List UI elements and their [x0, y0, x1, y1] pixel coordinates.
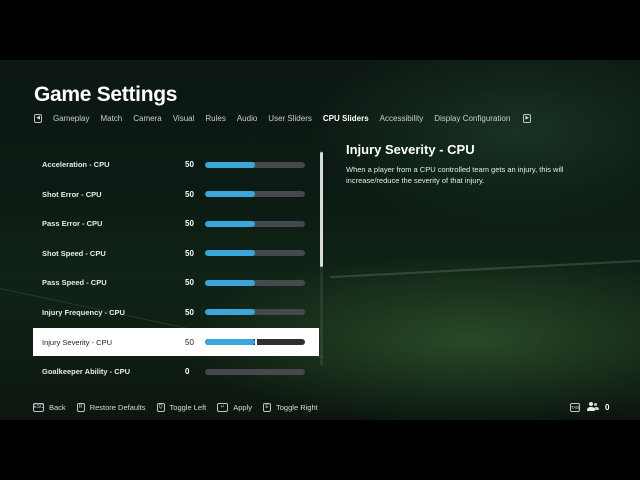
slider-track[interactable] [205, 191, 305, 198]
back-button[interactable]: ESC Back [33, 402, 66, 412]
restore-defaults-label: Restore Defaults [89, 402, 146, 412]
slider-row-acceleration[interactable]: Acceleration - CPU 50 [33, 150, 319, 180]
tab-user-sliders[interactable]: User Sliders [268, 114, 312, 123]
tab-accessibility[interactable]: Accessibility [380, 114, 424, 123]
slider-row-injury-frequency[interactable]: Injury Frequency - CPU 50 [33, 298, 319, 328]
slider-fill [205, 279, 255, 286]
slider-value: 50 [185, 248, 194, 258]
slider-track[interactable] [205, 250, 305, 257]
slider-label: Injury Severity - CPU [42, 337, 113, 347]
slider-list: Acceleration - CPU 50 Shot Error - CPU 5… [33, 150, 319, 387]
tab-audio[interactable]: Audio [237, 114, 257, 123]
toggle-left-label: Toggle Left [169, 402, 207, 412]
scrollbar-thumb[interactable] [320, 152, 323, 267]
slider-fill [205, 220, 255, 227]
slider-row-pass-error[interactable]: Pass Error - CPU 50 [33, 209, 319, 239]
slider-track[interactable] [205, 339, 305, 345]
toggle-left-button[interactable]: Q Toggle Left [156, 402, 207, 412]
detail-title: Injury Severity - CPU [346, 142, 475, 157]
apply-button[interactable]: ↵ Apply [217, 402, 253, 412]
slider-label: Acceleration - CPU [42, 160, 110, 170]
slider-row-shot-error[interactable]: Shot Error - CPU 50 [33, 180, 319, 210]
slider-label: Injury Frequency - CPU [42, 307, 125, 317]
slider-track[interactable] [205, 220, 305, 227]
slider-label: Pass Speed - CPU [42, 278, 107, 288]
tab-visual[interactable]: Visual [173, 114, 195, 123]
users-icon [587, 402, 599, 412]
page-title: Game Settings [34, 83, 178, 106]
list-scrollbar[interactable] [320, 150, 323, 366]
slider-fill [205, 339, 255, 345]
slider-row-injury-severity[interactable]: Injury Severity - CPU 50 [33, 328, 319, 356]
tab-camera[interactable]: Camera [133, 114, 161, 123]
back-label: Back [49, 402, 66, 412]
online-players-indicator[interactable]: TAB 0 [570, 401, 609, 413]
slider-value: 0 [185, 367, 190, 377]
slider-thumb[interactable] [255, 339, 257, 345]
esc-key-icon: ESC [33, 402, 44, 412]
slider-value: 50 [185, 189, 194, 199]
tab-key-icon: TAB [570, 402, 580, 412]
slider-label: Goalkeeper Ability - CPU [42, 367, 131, 377]
tab-match[interactable]: Match [100, 114, 122, 123]
slider-label: Pass Error - CPU [42, 219, 103, 229]
slider-track[interactable] [205, 368, 305, 375]
apply-label: Apply [233, 402, 253, 412]
tab-cpu-sliders[interactable]: CPU Sliders [323, 114, 369, 123]
q-key-icon: Q [156, 402, 165, 412]
slider-track[interactable] [205, 309, 305, 316]
slider-value: 50 [185, 307, 194, 317]
toggle-right-button[interactable]: E Toggle Right [263, 402, 318, 412]
slider-label: Shot Speed - CPU [42, 248, 106, 258]
slider-label: Shot Error - CPU [42, 189, 102, 199]
slider-row-goalkeeper-ability[interactable]: Goalkeeper Ability - CPU 0 [33, 357, 319, 387]
detail-description: When a player from a CPU controlled team… [346, 165, 564, 185]
slider-track[interactable] [205, 279, 305, 286]
slider-fill [205, 161, 255, 168]
pitch-line [330, 259, 640, 279]
slider-value: 50 [185, 160, 194, 170]
slider-value: 50 [185, 278, 194, 288]
slider-fill [205, 191, 255, 198]
settings-tab-bar: ◀ Gameplay Match Camera Visual Rules Aud… [34, 112, 532, 124]
slider-track[interactable] [205, 161, 305, 168]
tab-left-key-icon[interactable]: ◀ [34, 113, 42, 123]
slider-row-shot-speed[interactable]: Shot Speed - CPU 50 [33, 239, 319, 269]
slider-fill [205, 250, 255, 257]
e-key-icon: E [263, 402, 272, 412]
tab-gameplay[interactable]: Gameplay [53, 114, 89, 123]
slider-value: 50 [185, 337, 194, 347]
r-key-icon: R [76, 402, 85, 412]
slider-row-pass-speed[interactable]: Pass Speed - CPU 50 [33, 268, 319, 298]
toggle-right-label: Toggle Right [276, 402, 318, 412]
restore-defaults-button[interactable]: R Restore Defaults [76, 402, 146, 412]
tab-rules[interactable]: Rules [205, 114, 225, 123]
footer-controls: ESC Back R Restore Defaults Q Toggle Lef… [33, 401, 329, 413]
slider-value: 50 [185, 219, 194, 229]
tab-display-configuration[interactable]: Display Configuration [434, 114, 510, 123]
player-count: 0 [605, 402, 610, 412]
enter-key-icon: ↵ [217, 402, 229, 412]
tab-right-key-icon[interactable]: ▶ [523, 113, 532, 123]
slider-fill [205, 309, 255, 316]
